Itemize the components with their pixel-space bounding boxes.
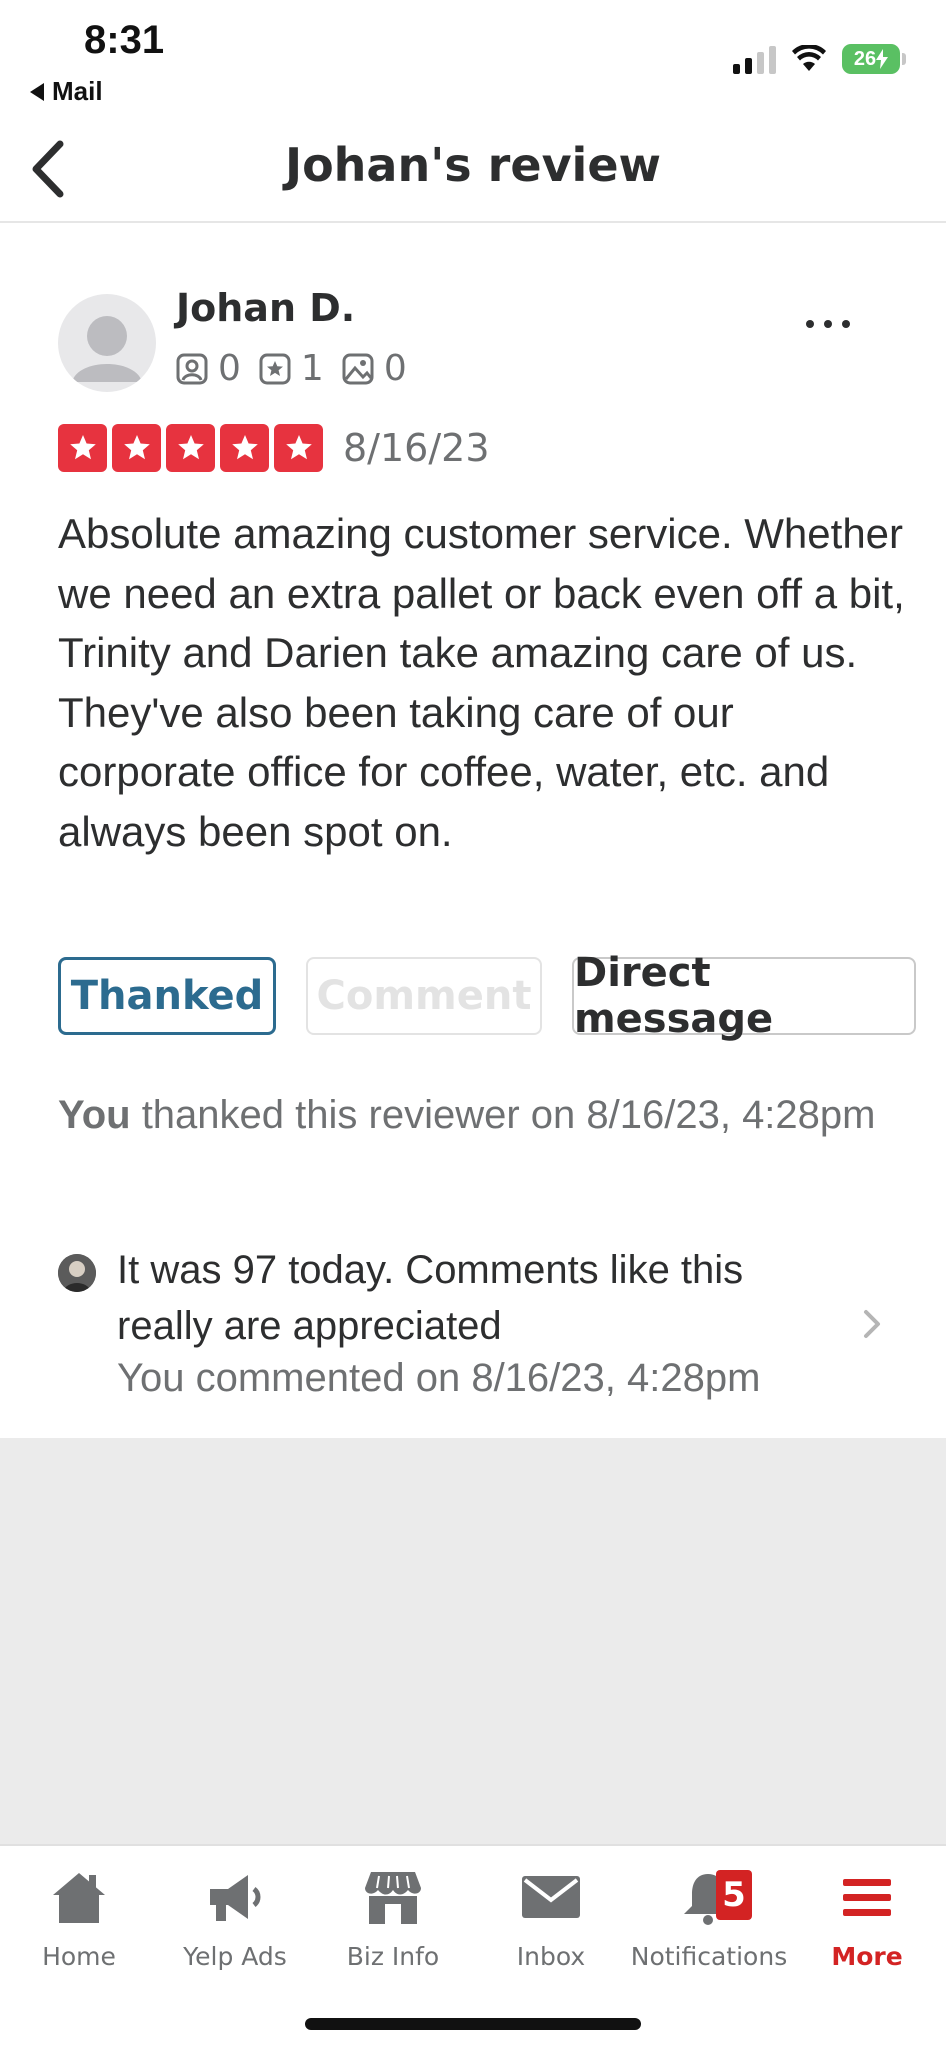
megaphone-icon (210, 1875, 261, 1921)
nav-bar: Johan's review (0, 120, 946, 223)
star-rating (58, 424, 323, 472)
tab-notifications[interactable]: 5 Notifications (630, 1864, 788, 1971)
rating-row: 8/16/23 (58, 424, 490, 472)
status-time: 8:31 (84, 18, 165, 62)
photos-count: 0 (383, 348, 407, 389)
tab-inbox[interactable]: Inbox (472, 1864, 630, 1971)
friends-count: 0 (218, 348, 241, 389)
star-icon (112, 424, 161, 472)
tab-yelp-ads[interactable]: Yelp Ads (156, 1864, 314, 1971)
tab-bar: Home Yelp Ads Biz Info Inbox 5 Notificat… (0, 1844, 946, 2048)
home-indicator[interactable] (305, 2018, 641, 2030)
comment-button[interactable]: Comment (306, 957, 542, 1035)
default-user-icon (72, 316, 142, 382)
friends-icon (176, 353, 208, 384)
review-card: Johan D. 0 1 0 8/16/23 Absolute amazing … (0, 224, 946, 1438)
direct-message-button[interactable]: Direct message (572, 950, 916, 1042)
tab-home-label: Home (42, 1942, 116, 1971)
storefront-icon (365, 1872, 421, 1924)
thanked-note: You thanked this reviewer on 8/16/23, 4:… (58, 1087, 878, 1143)
cellular-signal-icon (733, 44, 776, 74)
empty-background (0, 1438, 946, 1844)
thanked-note-text: thanked this reviewer on 8/16/23, 4:28pm (130, 1093, 876, 1137)
owner-comment-text: It was 97 today. Comments like this real… (117, 1248, 744, 1348)
star-icon (166, 424, 215, 472)
status-bar: 8:31 Mail 26 (0, 0, 946, 120)
reviews-count: 1 (300, 348, 324, 389)
tab-inbox-label: Inbox (516, 1942, 586, 1971)
owner-comment[interactable]: It was 97 today. Comments like this real… (58, 1248, 888, 1400)
chevron-right-icon (864, 1310, 880, 1338)
reviewer-avatar[interactable] (58, 294, 156, 392)
envelope-icon (522, 1876, 580, 1918)
star-icon (58, 424, 107, 472)
hamburger-menu-icon (843, 1879, 891, 1916)
review-date: 8/16/23 (343, 426, 490, 470)
tab-yelp-ads-label: Yelp Ads (183, 1942, 287, 1971)
owner-comment-meta: You commented on 8/16/23, 4:28pm (117, 1356, 761, 1400)
battery-level: 26 (853, 47, 877, 70)
owner-photo-icon (58, 1254, 96, 1292)
home-icon (53, 1873, 105, 1923)
tab-notifications-label: Notifications (630, 1942, 788, 1971)
review-star-icon (259, 353, 291, 384)
reviewer-name[interactable]: Johan D. (176, 286, 355, 330)
tab-biz-info[interactable]: Biz Info (314, 1864, 472, 1971)
back-to-app-link[interactable]: Mail (30, 76, 103, 107)
review-text: Absolute amazing customer service. Wheth… (58, 510, 905, 855)
reviewer-stats: 0 1 0 (176, 348, 407, 389)
status-icons: 26 (733, 44, 906, 74)
wifi-icon (792, 45, 826, 71)
reviews-stat: 1 (259, 348, 324, 389)
star-icon (220, 424, 269, 472)
tab-more-label: More (831, 1942, 903, 1971)
photo-icon (342, 353, 374, 384)
friends-stat: 0 (176, 348, 241, 389)
more-options-icon[interactable] (806, 320, 850, 328)
review-actions: Thanked Comment Direct message (58, 950, 916, 1042)
photos-stat: 0 (342, 348, 407, 389)
battery-icon: 26 (842, 44, 906, 74)
back-app-label: Mail (52, 76, 103, 106)
notifications-badge: 5 (716, 1870, 752, 1920)
tab-biz-info-label: Biz Info (346, 1942, 440, 1971)
page-title: Johan's review (284, 138, 662, 192)
tab-home[interactable]: Home (0, 1864, 158, 1971)
back-triangle-icon (30, 82, 44, 101)
tab-more[interactable]: More (788, 1864, 946, 1971)
star-icon (274, 424, 323, 472)
thanked-button[interactable]: Thanked (58, 957, 276, 1035)
charging-bolt-icon (876, 49, 889, 69)
thanked-note-subject: You (58, 1093, 131, 1137)
owner-avatar (58, 1254, 96, 1292)
